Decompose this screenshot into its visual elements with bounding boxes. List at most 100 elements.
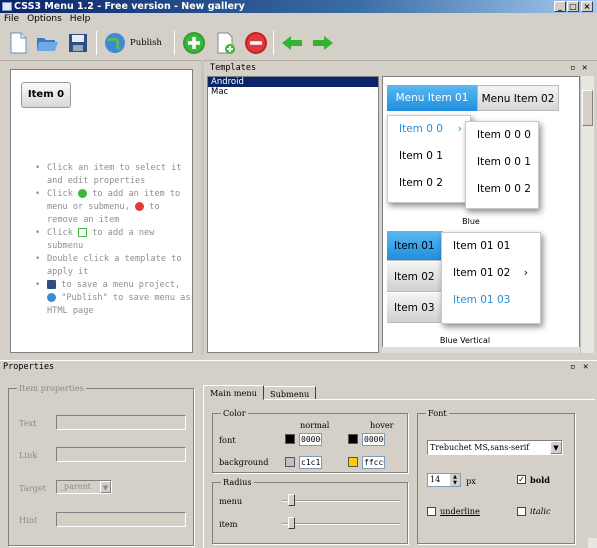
save-disk-icon: [47, 280, 56, 289]
preview-vsub-item[interactable]: Item 01 01: [442, 233, 540, 260]
template-list[interactable]: Android Mac: [207, 76, 379, 353]
text-label: Text: [19, 418, 37, 428]
menu-canvas[interactable]: Item 0 Click an item to select it and ed…: [10, 69, 193, 353]
font-normal-input[interactable]: 000000: [299, 433, 322, 446]
item-properties-title: Item properties: [17, 383, 86, 393]
preview-top-item[interactable]: Menu Item 02: [477, 85, 559, 111]
properties-scrollbar[interactable]: [588, 538, 597, 548]
globe-icon: [47, 293, 56, 302]
underline-checkbox[interactable]: [427, 507, 436, 516]
background-normal-swatch[interactable]: [285, 457, 295, 467]
help-instructions: Click an item to select it and edit prop…: [33, 162, 193, 318]
properties-title: Properties: [3, 362, 55, 372]
preview-vertical-submenu: Item 01 01 Item 01 02 › Item 01 03: [441, 232, 541, 324]
preview-sub-item-label: Item 0 0: [399, 123, 443, 135]
hint-input[interactable]: [56, 512, 186, 527]
target-select[interactable]: _parent ▼: [56, 480, 112, 494]
font-normal-swatch[interactable]: [285, 434, 295, 444]
save-button[interactable]: [66, 30, 90, 56]
help-line: Double click a template to apply it: [33, 253, 193, 279]
undock-icon[interactable]: ▫: [570, 62, 575, 74]
properties-header: Properties ▫ ✕: [0, 360, 597, 373]
new-submenu-icon: [78, 228, 88, 237]
chevron-down-icon: ▼: [100, 481, 111, 493]
vertical-splitter[interactable]: [201, 60, 204, 355]
preview-horizontal-scrollbar[interactable]: [382, 347, 580, 353]
toolbar-separator: [96, 31, 97, 55]
font-hover-swatch[interactable]: [348, 434, 358, 444]
template-item-android[interactable]: Android: [208, 77, 378, 87]
link-input[interactable]: [56, 447, 186, 462]
help-click-text: Click: [47, 228, 73, 238]
preview-sub2-item[interactable]: Item 0 0 1: [466, 149, 538, 176]
remove-circle-icon: [245, 32, 267, 54]
preview-sub-item[interactable]: Item 0 0 ›: [388, 116, 470, 143]
template-preview[interactable]: Menu Item 01 Menu Item 02 Item 0 0 › Item…: [382, 76, 580, 353]
remove-item-button[interactable]: [244, 30, 268, 56]
close-button[interactable]: ×: [581, 1, 593, 12]
preview-vsub-item[interactable]: Item 01 02 ›: [442, 260, 540, 287]
background-hover-swatch[interactable]: [348, 457, 358, 467]
font-hover-input[interactable]: 000000: [362, 433, 385, 446]
open-button[interactable]: [35, 30, 59, 56]
preview-vertical-item[interactable]: Item 01: [387, 231, 443, 261]
preview-vertical-scrollbar[interactable]: [580, 76, 594, 353]
text-input[interactable]: [56, 415, 186, 430]
background-color-label: background: [219, 457, 269, 467]
background-hover-input[interactable]: ffcc00: [362, 456, 385, 469]
preview-sub2-item[interactable]: Item 0 0 2: [466, 176, 538, 203]
menu-item-0[interactable]: Item 0: [21, 82, 71, 108]
tab-main-menu[interactable]: Main menu: [203, 385, 264, 400]
minimize-button[interactable]: _: [554, 1, 566, 12]
move-left-button[interactable]: [280, 30, 304, 56]
arrow-left-icon: [282, 36, 302, 50]
bold-label: bold: [530, 475, 551, 485]
scroll-thumb[interactable]: [582, 90, 593, 126]
close-panel-icon[interactable]: ✕: [583, 361, 588, 373]
help-line: Click to add an item to menu or submenu,…: [33, 188, 193, 227]
move-right-button[interactable]: [311, 30, 335, 56]
close-panel-icon[interactable]: ✕: [582, 62, 587, 74]
stepper-arrows-icon[interactable]: ▲ ▼: [450, 474, 460, 486]
window-title: CSS3 Menu 1.2 - Free version - New galle…: [14, 1, 245, 12]
radius-title: Radius: [221, 477, 254, 487]
preview-sub2-item[interactable]: Item 0 0 0: [466, 122, 538, 149]
templates-title: Templates: [210, 63, 257, 73]
preview-submenu-2: Item 0 0 0 Item 0 0 1 Item 0 0 2: [465, 121, 539, 209]
preview-submenu: Item 0 0 › Item 0 1 Item 0 2: [387, 115, 471, 203]
add-circle-icon: [183, 32, 205, 54]
help-line: to save a menu project, "Publish" to sav…: [33, 279, 193, 318]
toolbar: Publish: [0, 27, 597, 61]
template-item-mac[interactable]: Mac: [208, 87, 378, 97]
preview-sub-item[interactable]: Item 0 2: [388, 170, 470, 197]
item-radius-slider[interactable]: [287, 517, 295, 529]
help-click-text: Click: [47, 189, 73, 199]
background-normal-input[interactable]: c1c1c1: [299, 456, 322, 469]
preview-vertical-item[interactable]: Item 03: [387, 293, 443, 323]
preview-sub-item[interactable]: Item 0 1: [388, 143, 470, 170]
menu-help[interactable]: Help: [66, 14, 95, 24]
globe-icon: [105, 33, 125, 53]
add-item-button[interactable]: [182, 30, 206, 56]
publish-button[interactable]: Publish: [103, 30, 169, 56]
italic-checkbox[interactable]: [517, 507, 526, 516]
preview-vsub-item[interactable]: Item 01 03: [442, 287, 540, 314]
font-size-stepper[interactable]: 14 ▲ ▼: [427, 473, 461, 487]
undock-icon[interactable]: ▫: [570, 361, 575, 373]
preview-top-item[interactable]: Menu Item 01: [387, 85, 477, 111]
new-button[interactable]: [6, 30, 30, 56]
tab-submenu[interactable]: Submenu: [263, 386, 317, 400]
maximize-button[interactable]: □: [567, 1, 579, 12]
menu-options[interactable]: Options: [23, 14, 66, 24]
menu-radius-slider[interactable]: [287, 494, 295, 506]
save-disk-icon: [69, 34, 87, 52]
underline-label: underline: [440, 506, 480, 516]
menu-file[interactable]: File: [0, 14, 23, 24]
bold-checkbox[interactable]: ✓: [517, 475, 526, 484]
preview-vertical-item[interactable]: Item 02: [387, 262, 443, 292]
arrow-right-icon: [313, 36, 333, 50]
add-submenu-button[interactable]: [214, 30, 238, 56]
radius-group: Radius: [212, 477, 408, 544]
template-caption: Blue Vertical: [439, 336, 491, 345]
font-family-select[interactable]: Trebuchet MS,sans-serif ▼: [427, 440, 563, 455]
